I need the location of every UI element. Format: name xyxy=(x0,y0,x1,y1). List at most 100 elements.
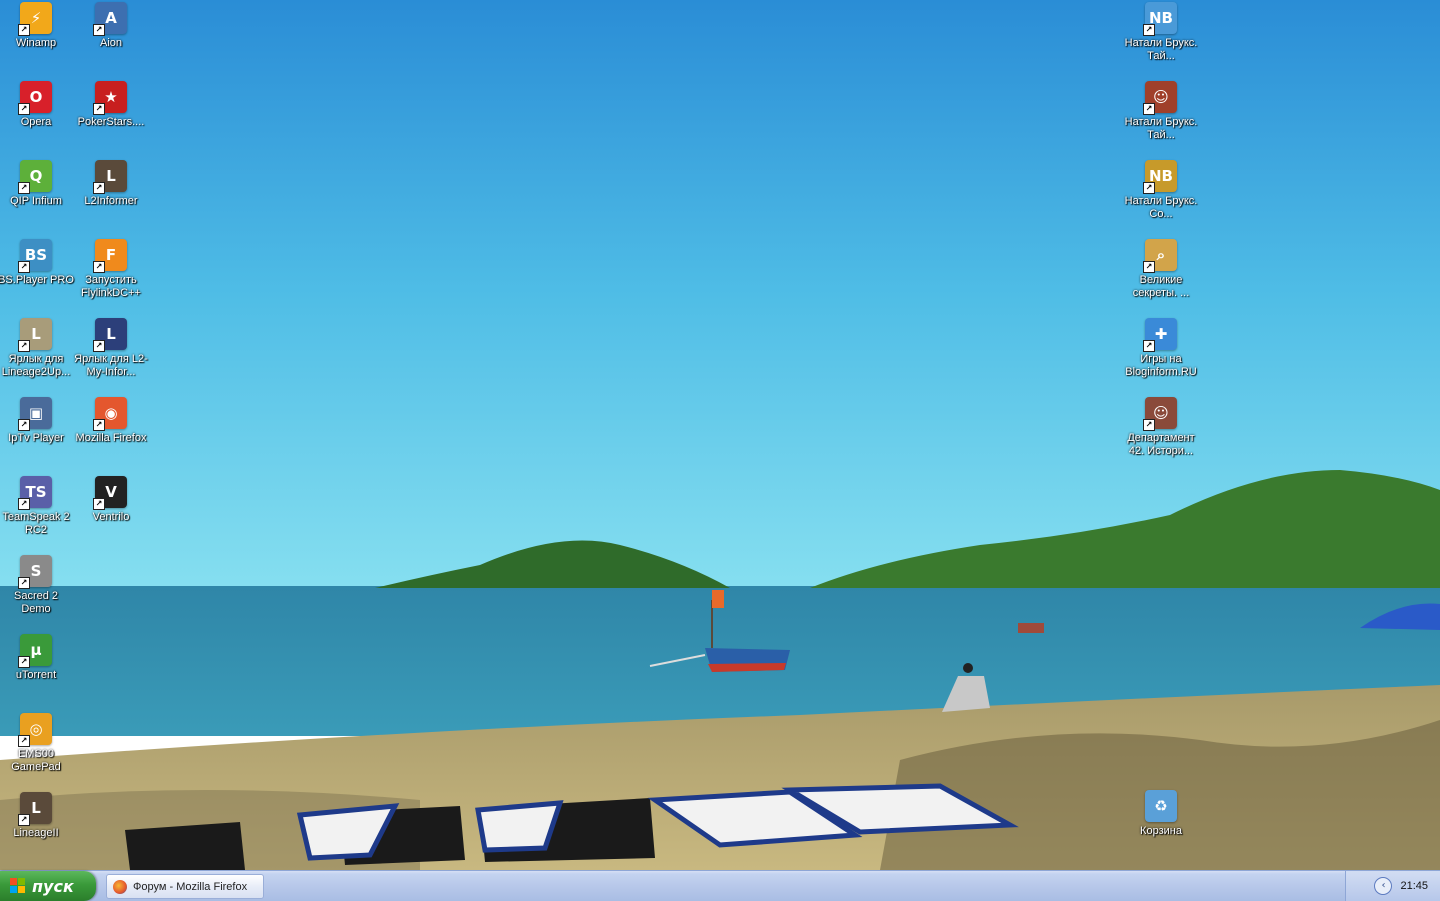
shortcut-arrow-icon: ↗ xyxy=(93,498,105,510)
shortcut-arrow-icon: ↗ xyxy=(18,182,30,194)
desktop-icon-label: Натали Брукс. Со... xyxy=(1124,195,1198,220)
desktop-icon-department42[interactable]: ☺ ↗ Департамент 42. Истори... xyxy=(1123,397,1199,458)
desktop-icon-gamepad[interactable]: ◎ ↗ EMS00 GamePad xyxy=(0,713,74,774)
utorrent-icon: µ ↗ xyxy=(18,634,52,668)
desktop-icon-lineage2up[interactable]: L ↗ Ярлык для Lineage2Up... xyxy=(0,318,74,379)
desktop-icon-label: Великие секреты. ... xyxy=(1132,274,1190,299)
desktop-icon-label: IpTv Player xyxy=(8,432,64,444)
desktop-icon-winamp[interactable]: ⚡ ↗ Winamp xyxy=(0,2,74,50)
iptv-icon: ▣ ↗ xyxy=(18,397,52,431)
teamspeak-icon: TS ↗ xyxy=(18,476,52,510)
lineage2-icon: L ↗ xyxy=(18,792,52,826)
shortcut-arrow-icon: ↗ xyxy=(93,340,105,352)
shortcut-arrow-icon: ↗ xyxy=(93,24,105,36)
start-button[interactable]: пуск xyxy=(0,871,96,901)
desktop-icon-utorrent[interactable]: µ ↗ uTorrent xyxy=(0,634,74,682)
shortcut-arrow-icon: ↗ xyxy=(93,182,105,194)
shortcut-arrow-icon: ↗ xyxy=(1143,261,1155,273)
recycle-bin-icon: ♻ xyxy=(1145,790,1177,822)
firefox-icon xyxy=(113,879,127,894)
gamepad-icon: ◎ ↗ xyxy=(18,713,52,747)
clock[interactable]: 21:45 xyxy=(1400,880,1428,892)
shortcut-arrow-icon: ↗ xyxy=(18,814,30,826)
desktop-icon-l2myinfo[interactable]: L ↗ Ярлык для L2-My-Infor... xyxy=(73,318,149,379)
desktop-icon-qip[interactable]: Q ↗ QIP Infium xyxy=(0,160,74,208)
shortcut-arrow-icon: ↗ xyxy=(18,340,30,352)
shortcut-arrow-icon: ↗ xyxy=(18,498,30,510)
shortcut-arrow-icon: ↗ xyxy=(1143,340,1155,352)
desktop-icon-label: L2Informer xyxy=(84,195,138,207)
desktop-icon-label: Ярлык для Lineage2Up... xyxy=(1,353,71,378)
aion-icon: A ↗ xyxy=(93,2,127,36)
desktop-icon-flylink[interactable]: F ↗ Запустить FlylinkDC++ xyxy=(73,239,149,300)
desktop-icon-label: PokerStars.... xyxy=(77,116,145,128)
desktop-icon-secrets[interactable]: ⌕ ↗ Великие секреты. ... xyxy=(1123,239,1199,300)
desktop-icon-bsplayer[interactable]: BS ↗ BS.Player PRO xyxy=(0,239,74,287)
nb-portrait-icon: ☺ ↗ xyxy=(1143,81,1177,115)
desktop-icon-label: EMS00 GamePad xyxy=(11,748,61,773)
desktop-icon-label: Натали Брукс. Тай... xyxy=(1124,116,1198,141)
desktop-icon-opera[interactable]: O ↗ Opera xyxy=(0,81,74,129)
shortcut-arrow-icon: ↗ xyxy=(18,419,30,431)
shortcut-arrow-icon: ↗ xyxy=(18,577,30,589)
desktop[interactable]: ⚡ ↗ Winamp A ↗ Aion O ↗ Opera ★ ↗ PokerStars.... Q ↗ Q… xyxy=(0,0,1440,870)
desktop-icon-pokerstars[interactable]: ★ ↗ PokerStars.... xyxy=(73,81,149,129)
desktop-icon-l2informer[interactable]: L ↗ L2Informer xyxy=(73,160,149,208)
shortcut-arrow-icon: ↗ xyxy=(18,261,30,273)
l2informer-icon: L ↗ xyxy=(93,160,127,194)
shortcut-arrow-icon: ↗ xyxy=(1143,182,1155,194)
desktop-icon-label: uTorrent xyxy=(15,669,57,681)
flylink-icon: F ↗ xyxy=(93,239,127,273)
desktop-icon-label: QIP Infium xyxy=(10,195,62,207)
desktop-icon-nb-gold[interactable]: NB ↗ Натали Брукс. Со... xyxy=(1123,160,1199,221)
shortcut-arrow-icon: ↗ xyxy=(1143,24,1155,36)
desktop-icon-iptv[interactable]: ▣ ↗ IpTv Player xyxy=(0,397,74,445)
taskbar: пуск Форум - Mozilla Firefox EN ‹ 21:45 xyxy=(0,870,1440,901)
desktop-icon-bloginform[interactable]: ✚ ↗ Игры на Bloginform.RU xyxy=(1123,318,1199,379)
shortcut-arrow-icon: ↗ xyxy=(1143,103,1155,115)
nb-gold-icon: NB ↗ xyxy=(1143,160,1177,194)
desktop-icon-label: Mozilla Firefox xyxy=(75,432,147,444)
desktop-icon-nb-game[interactable]: NB ↗ Натали Брукс. Тай... xyxy=(1123,2,1199,63)
shortcut-arrow-icon: ↗ xyxy=(93,261,105,273)
bsplayer-icon: BS ↗ xyxy=(18,239,52,273)
desktop-icon-label: BS.Player PRO xyxy=(0,274,74,286)
lineage2up-icon: L ↗ xyxy=(18,318,52,352)
desktop-icon-label: Натали Брукс. Тай... xyxy=(1124,37,1198,62)
shortcut-arrow-icon: ↗ xyxy=(1143,419,1155,431)
pokerstars-icon: ★ ↗ xyxy=(93,81,127,115)
l2myinfo-icon: L ↗ xyxy=(93,318,127,352)
desktop-icon-label: Sacred 2 Demo xyxy=(13,590,59,615)
desktop-icon-firefox[interactable]: ◉ ↗ Mozilla Firefox xyxy=(73,397,149,445)
firefox-icon: ◉ ↗ xyxy=(93,397,127,431)
nb-game-icon: NB ↗ xyxy=(1143,2,1177,36)
taskbar-button-label: Форум - Mozilla Firefox xyxy=(133,880,248,893)
desktop-icon-lineage2[interactable]: L ↗ LineageII xyxy=(0,792,74,840)
sacred2-icon: S ↗ xyxy=(18,555,52,589)
desktop-icon-label: LineageII xyxy=(13,827,59,839)
desktop-icon-label: Корзина xyxy=(1140,825,1182,837)
desktop-icon-teamspeak[interactable]: TS ↗ TeamSpeak 2 RC2 xyxy=(0,476,74,537)
desktop-icon-label: Департамент 42. Истори... xyxy=(1127,432,1195,457)
opera-icon: O ↗ xyxy=(18,81,52,115)
desktop-icon-ventrilo[interactable]: V ↗ Ventrilo xyxy=(73,476,149,524)
tray-expand-icon[interactable]: ‹ xyxy=(1374,877,1393,895)
shortcut-arrow-icon: ↗ xyxy=(18,656,30,668)
desktop-icon-recycle-bin[interactable]: ♻ Корзина xyxy=(1123,790,1199,838)
secrets-icon: ⌕ ↗ xyxy=(1143,239,1177,273)
desktop-icon-sacred2[interactable]: S ↗ Sacred 2 Demo xyxy=(0,555,74,616)
bloginform-icon: ✚ ↗ xyxy=(1143,318,1177,352)
taskbar-button-firefox[interactable]: Форум - Mozilla Firefox xyxy=(106,874,264,899)
winamp-icon: ⚡ ↗ xyxy=(18,2,52,36)
desktop-icon-label: Aion xyxy=(99,37,123,49)
shortcut-arrow-icon: ↗ xyxy=(18,103,30,115)
shortcut-arrow-icon: ↗ xyxy=(93,103,105,115)
ventrilo-icon: V ↗ xyxy=(93,476,127,510)
desktop-icon-label: Winamp xyxy=(15,37,57,49)
windows-logo-icon xyxy=(10,878,26,894)
desktop-icon-label: Ярлык для L2-My-Infor... xyxy=(74,353,148,378)
desktop-icon-nb-portrait[interactable]: ☺ ↗ Натали Брукс. Тай... xyxy=(1123,81,1199,142)
desktop-icon-aion[interactable]: A ↗ Aion xyxy=(73,2,149,50)
start-label: пуск xyxy=(32,876,74,896)
shortcut-arrow-icon: ↗ xyxy=(18,735,30,747)
